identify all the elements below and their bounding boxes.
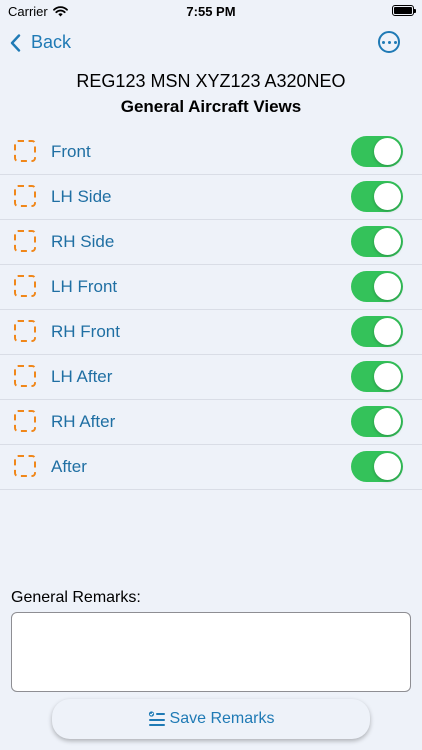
- view-label: RH Side: [51, 232, 115, 251]
- checkbox-after[interactable]: [14, 455, 36, 477]
- view-row-after: After: [0, 445, 422, 490]
- view-label: Front: [51, 142, 91, 161]
- general-remarks-input[interactable]: [11, 612, 411, 692]
- view-label: RH Front: [51, 322, 120, 341]
- view-row-rh-side: RH Side: [0, 220, 422, 265]
- view-row-rh-after: RH After: [0, 400, 422, 445]
- chevron-left-icon: [10, 33, 21, 52]
- checklist-icon: [148, 711, 165, 726]
- view-label: RH After: [51, 412, 116, 431]
- view-label: LH Front: [51, 277, 118, 296]
- checkbox-rh-front[interactable]: [14, 320, 36, 342]
- views-list: Front LH Side RH Side LH Front RH Front …: [0, 130, 422, 490]
- status-bar: Carrier 7:55 PM: [0, 0, 422, 24]
- aircraft-identifier: REG123 MSN XYZ123 A320NEO: [76, 71, 346, 91]
- status-time: 7:55 PM: [186, 4, 236, 19]
- view-label: After: [51, 457, 87, 476]
- checkbox-rh-after[interactable]: [14, 410, 36, 432]
- checkbox-front[interactable]: [14, 140, 36, 162]
- toggle-lh-after[interactable]: [351, 361, 403, 392]
- toggle-lh-front[interactable]: [351, 271, 403, 302]
- navigation-bar: Back: [0, 28, 422, 60]
- view-label: LH After: [51, 367, 113, 386]
- view-row-lh-side: LH Side: [0, 175, 422, 220]
- checkbox-rh-side[interactable]: [14, 230, 36, 252]
- toggle-after[interactable]: [351, 451, 403, 482]
- toggle-front[interactable]: [351, 136, 403, 167]
- checkbox-lh-after[interactable]: [14, 365, 36, 387]
- ellipsis-circle-icon: [381, 40, 385, 44]
- toggle-rh-front[interactable]: [351, 316, 403, 347]
- checkbox-lh-side[interactable]: [14, 185, 36, 207]
- view-label: LH Side: [51, 187, 112, 206]
- checkbox-lh-front[interactable]: [14, 275, 36, 297]
- page-title: General Aircraft Views: [120, 97, 302, 116]
- view-row-rh-front: RH Front: [0, 310, 422, 355]
- view-row-lh-after: LH After: [0, 355, 422, 400]
- save-remarks-label: Save Remarks: [169, 710, 275, 727]
- toggle-rh-after[interactable]: [351, 406, 403, 437]
- save-remarks-button[interactable]: Save Remarks: [52, 699, 370, 739]
- back-button[interactable]: Back: [10, 32, 71, 53]
- back-label: Back: [31, 32, 72, 52]
- view-row-front: Front: [0, 130, 422, 175]
- general-remarks-label: General Remarks:: [11, 589, 141, 606]
- battery-icon: [392, 5, 416, 16]
- more-options-button[interactable]: [378, 31, 400, 53]
- toggle-lh-side[interactable]: [351, 181, 403, 212]
- toggle-rh-side[interactable]: [351, 226, 403, 257]
- view-row-lh-front: LH Front: [0, 265, 422, 310]
